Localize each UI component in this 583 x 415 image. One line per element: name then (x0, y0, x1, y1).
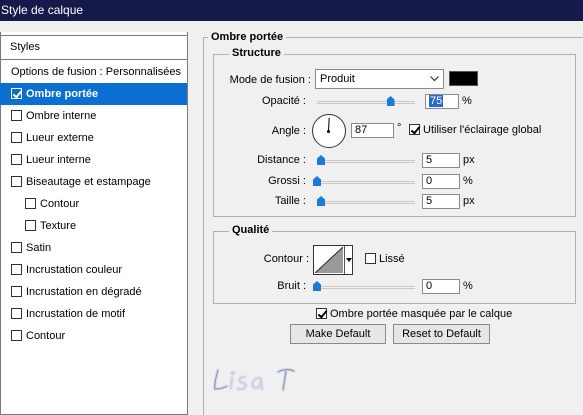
contour-label: Contour : (263, 253, 309, 265)
make-default-button[interactable]: Make Default (290, 324, 386, 344)
styles-header[interactable]: Styles (0, 35, 188, 60)
distance-label: Distance : (257, 154, 306, 166)
size-input[interactable]: 5 (422, 194, 460, 209)
style-item[interactable]: Incrustation en dégradé (0, 281, 187, 303)
spread-slider-thumb[interactable] (313, 176, 321, 186)
style-item-checkbox[interactable] (11, 110, 22, 121)
size-label: Taille : (274, 195, 306, 207)
structure-group: Structure Mode de fusion : Produit Opaci… (213, 47, 576, 217)
spread-unit: % (463, 175, 473, 187)
knockout-label: Ombre portée masquée par le calque (330, 308, 513, 320)
style-item[interactable]: Texture (0, 215, 187, 237)
reset-default-button[interactable]: Reset to Default (393, 324, 490, 344)
style-item[interactable]: Satin (0, 237, 187, 259)
panel-title: Ombre portée (208, 31, 287, 43)
blend-mode-label: Mode de fusion : (229, 74, 311, 86)
global-light-label: Utiliser l'éclairage global (423, 124, 542, 136)
style-item[interactable]: Ombre interne (0, 105, 187, 127)
style-item-checkbox[interactable] (11, 308, 22, 319)
spread-input[interactable]: 0 (422, 174, 460, 189)
style-item-checkbox[interactable] (11, 132, 22, 143)
size-slider-thumb[interactable] (317, 196, 325, 206)
style-item-label: Satin (26, 242, 52, 254)
style-item-checkbox[interactable] (11, 330, 22, 341)
opacity-label: Opacité : (261, 95, 306, 107)
shadow-color-swatch[interactable] (449, 71, 478, 86)
opacity-slider-thumb[interactable] (386, 96, 395, 106)
style-item-label: Texture (40, 220, 77, 232)
contour-picker[interactable] (313, 245, 353, 275)
style-item[interactable]: Ombre portée (0, 83, 187, 105)
style-item-label: Incrustation de motif (26, 308, 126, 320)
style-item-label: Options de fusion : Personnalisées (11, 66, 181, 78)
style-item-label: Contour (40, 198, 80, 210)
opacity-input[interactable]: 75 (425, 94, 459, 109)
noise-label: Bruit : (277, 280, 306, 292)
size-slider[interactable] (317, 196, 415, 206)
style-item[interactable]: Biseautage et estampage (0, 171, 187, 193)
style-item-label: Lueur externe (26, 132, 94, 144)
contour-curve-icon (315, 247, 343, 273)
triangle-down-icon (346, 258, 352, 262)
noise-slider[interactable] (313, 281, 415, 291)
drop-shadow-panel: Ombre portée Structure Mode de fusion : … (203, 31, 583, 415)
blend-mode-select[interactable]: Produit (315, 69, 444, 89)
quality-group: Qualité Contour : Lissé Bruit : 0 % (213, 224, 576, 304)
noise-slider-thumb[interactable] (313, 281, 321, 291)
style-item-checkbox[interactable] (11, 286, 22, 297)
style-item[interactable]: Lueur interne (0, 149, 187, 171)
style-item-label: Incrustation couleur (26, 264, 122, 276)
style-item-checkbox[interactable] (11, 264, 22, 275)
opacity-unit: % (462, 95, 472, 107)
angle-input[interactable]: 87 (351, 123, 394, 138)
style-item[interactable]: Contour (0, 193, 187, 215)
distance-unit: px (463, 154, 475, 166)
noise-unit: % (463, 280, 473, 292)
distance-slider-thumb[interactable] (317, 155, 325, 165)
spread-label: Grossi : (268, 175, 306, 187)
style-item-checkbox[interactable] (11, 176, 22, 187)
style-item-label: Biseautage et estampage (26, 176, 151, 188)
opacity-slider[interactable] (317, 96, 415, 106)
style-item[interactable]: Incrustation couleur (0, 259, 187, 281)
style-item-label: Lueur interne (26, 154, 91, 166)
dialog-title: Style de calque (1, 3, 84, 17)
style-item-checkbox[interactable] (11, 242, 22, 253)
style-item[interactable]: Incrustation de motif (0, 303, 187, 325)
noise-input[interactable]: 0 (422, 279, 460, 294)
style-item-checkbox[interactable] (25, 198, 36, 209)
antialias-checkbox[interactable] (365, 253, 376, 264)
style-item[interactable]: Lueur externe (0, 127, 187, 149)
style-item-label: Incrustation en dégradé (26, 286, 142, 298)
lisa-t-signature-icon (213, 368, 296, 392)
quality-title: Qualité (229, 224, 273, 236)
chevron-down-icon (430, 76, 439, 82)
style-item-checkbox[interactable] (25, 220, 36, 231)
structure-title: Structure (229, 47, 284, 59)
style-item-label: Ombre interne (26, 110, 97, 122)
style-item-checkbox[interactable] (11, 154, 22, 165)
angle-dial[interactable] (312, 114, 346, 148)
antialias-label: Lissé (379, 253, 405, 265)
distance-slider[interactable] (317, 155, 415, 165)
angle-label: Angle : (271, 125, 306, 137)
style-item-checkbox[interactable] (11, 88, 22, 99)
distance-input[interactable]: 5 (422, 153, 460, 168)
angle-unit: ° (397, 122, 402, 134)
angle-dial-center (327, 130, 330, 133)
global-light-checkbox[interactable] (409, 124, 420, 135)
knockout-checkbox[interactable] (316, 308, 327, 319)
style-item[interactable]: Contour (0, 325, 187, 347)
size-unit: px (463, 195, 475, 207)
style-item[interactable]: Options de fusion : Personnalisées (0, 61, 187, 83)
style-item-label: Contour (26, 330, 66, 342)
style-item-label: Ombre portée (26, 88, 99, 100)
dialog-title-bar: Style de calque (0, 0, 583, 21)
spread-slider[interactable] (313, 176, 415, 186)
opacity-value: 75 (429, 95, 444, 107)
blend-mode-value: Produit (320, 73, 355, 85)
